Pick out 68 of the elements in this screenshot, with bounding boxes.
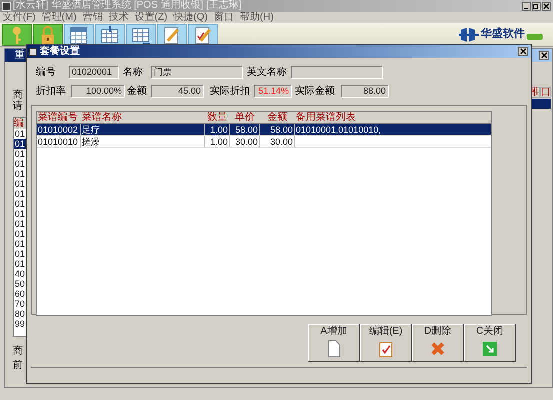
window-title: 套餐设置 (40, 46, 80, 56)
label: 前 (13, 361, 23, 371)
field-label: 英文名称 (247, 68, 287, 78)
badge-icon (527, 34, 543, 40)
field-label: 实际折扣 (210, 87, 250, 97)
toolbar-button[interactable] (126, 24, 156, 46)
toolbar-button[interactable] (157, 24, 187, 46)
toolbar-button[interactable] (95, 24, 125, 46)
input-field[interactable] (291, 66, 383, 79)
column-header: 口 (540, 87, 551, 98)
table-cell: 58.00 (230, 124, 260, 135)
menu-item[interactable]: 快捷(Q) (174, 12, 208, 22)
field-label: 名称 (123, 68, 143, 78)
close-icon[interactable] (518, 47, 528, 56)
label: 商 (13, 91, 23, 101)
menu-item[interactable]: 窗口 (214, 12, 234, 22)
app-icon (29, 48, 37, 56)
input-field[interactable]: 01020001 (69, 66, 119, 79)
table-cell: 30.00 (230, 136, 260, 147)
toolbar-button[interactable]: C关闭 (464, 324, 516, 362)
column-header[interactable]: 单价 (230, 112, 260, 123)
input-field[interactable]: 45.00 (151, 85, 204, 98)
table-cell: 足疗 (81, 124, 205, 135)
app-icon (2, 2, 11, 10)
table-icon (99, 24, 121, 44)
field-label: 金额 (127, 87, 147, 97)
menu-item[interactable]: 管理(M) (42, 12, 77, 22)
field-label: 折扣率 (36, 87, 66, 97)
table-cell: 01010010 (37, 136, 81, 147)
clipboard-icon (377, 340, 395, 358)
field-label: 编号 (36, 68, 56, 78)
toolbar-button[interactable] (33, 24, 63, 46)
label: 请 (13, 102, 23, 112)
close-icon[interactable] (539, 51, 549, 60)
toolbar-button[interactable] (64, 24, 94, 46)
table-cell: 01010002 (37, 124, 81, 135)
logo-icon (459, 26, 479, 44)
window-title: 重 (15, 50, 25, 60)
table-cell: 01010001,01010010, (295, 124, 491, 135)
table-cell: 1.00 (205, 136, 230, 147)
table-row[interactable]: 01010002 足疗 1.00 58.00 58.00 01010001,01010010, (37, 124, 491, 136)
field-label: 实际金额 (295, 87, 335, 97)
table-row[interactable]: 01010010 搓澡 1.00 30.00 30.00 (37, 136, 491, 148)
menu-item[interactable]: 文件(F) (3, 12, 36, 22)
table-cell: 1.00 (205, 124, 230, 135)
table-cell: 58.00 (260, 124, 295, 135)
close-icon[interactable] (542, 2, 551, 10)
restore-icon[interactable] (532, 2, 541, 10)
menu-item[interactable]: 设置(Z) (134, 12, 168, 22)
menu-item[interactable]: 帮助(H) (240, 12, 274, 22)
minimize-icon[interactable] (522, 2, 531, 10)
toolbar-button[interactable]: D删除 (412, 324, 464, 362)
input-field[interactable]: 门票 (151, 66, 243, 79)
input-field[interactable]: 88.00 (341, 85, 389, 98)
label: 商 (13, 347, 23, 357)
toolbar-button[interactable] (188, 24, 218, 46)
input-field[interactable]: 100.00% (71, 85, 125, 98)
exit-icon (481, 340, 499, 358)
toolbar-button[interactable]: 编辑(E) (360, 324, 412, 362)
table-cell: 搓澡 (81, 136, 205, 147)
menu-item[interactable]: 技术 (108, 12, 129, 22)
toolbar-button[interactable]: A增加 (308, 324, 360, 362)
column-header[interactable]: 数量 (205, 112, 230, 123)
cross-icon (429, 340, 447, 358)
menu-item[interactable]: 营销 (82, 12, 103, 22)
table-cell: 30.00 (260, 136, 295, 147)
calendar-icon (68, 24, 90, 44)
logo-text: 华盛软件 (481, 29, 525, 40)
